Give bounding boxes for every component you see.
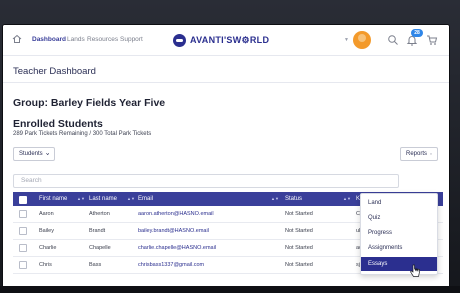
- menu-item-essays[interactable]: Essays: [361, 257, 437, 271]
- home-icon[interactable]: [12, 34, 22, 44]
- nav-resources-link[interactable]: Resources: [87, 36, 118, 43]
- row-checkbox[interactable]: [19, 261, 27, 269]
- cell-status: Not Started: [285, 262, 313, 268]
- cart-icon[interactable]: [426, 34, 438, 46]
- page-header: Teacher Dashboard: [3, 56, 449, 83]
- sort-icon[interactable]: ▲▼: [77, 196, 85, 201]
- device-bottom-edge: [0, 286, 460, 293]
- avatar-caret-icon[interactable]: ▼: [344, 37, 349, 43]
- page-title: Teacher Dashboard: [13, 66, 96, 77]
- brand-name: AVANTI'SW⚙RLD: [190, 34, 270, 45]
- row-checkbox[interactable]: [19, 244, 27, 252]
- cell-last-name: Chapelle: [89, 245, 111, 251]
- menu-item-quiz[interactable]: Quiz: [361, 211, 437, 225]
- nav-dashboard-link[interactable]: Dashboard: [32, 36, 66, 43]
- cell-status: Not Started: [285, 228, 313, 234]
- cell-status: Not Started: [285, 245, 313, 251]
- logo-mark: [173, 33, 186, 47]
- nav-support-link[interactable]: Support: [120, 36, 143, 43]
- cell-email[interactable]: charlie.chapelle@HASNO.email: [138, 245, 216, 251]
- menu-item-assignments[interactable]: Assignments: [361, 241, 437, 255]
- column-header-email[interactable]: Email: [138, 196, 153, 202]
- column-header-status[interactable]: Status: [285, 196, 302, 202]
- user-avatar[interactable]: [353, 31, 371, 49]
- row-checkbox[interactable]: [19, 227, 27, 235]
- sort-icon[interactable]: ▲▼: [343, 196, 351, 201]
- brand-logo[interactable]: AVANTI'SW⚙RLD: [173, 33, 269, 47]
- cell-first-name: Charlie: [39, 245, 57, 251]
- pointer-cursor-icon: [410, 264, 420, 277]
- chevron-down-icon: [45, 153, 49, 156]
- cell-email[interactable]: chrisbass1337@gmail.com: [138, 262, 204, 268]
- reports-menu: Land Quiz Progress Assignments Essays: [360, 193, 438, 275]
- reports-dropdown-label: Reports: [406, 151, 428, 157]
- sort-icon[interactable]: ▲▼: [127, 196, 135, 201]
- tickets-summary: 289 Park Tickets Remaining / 300 Total P…: [13, 131, 152, 137]
- app-window: Dashboard Lands Resources Support AVANTI…: [3, 25, 449, 293]
- menu-item-land[interactable]: Land: [361, 196, 437, 210]
- cell-last-name: Brandt: [89, 228, 106, 234]
- reports-dropdown-button[interactable]: Reports: [400, 147, 438, 161]
- cell-status: Not Started: [285, 211, 313, 217]
- cell-email[interactable]: bailey.brandt@HASNO.email: [138, 228, 209, 234]
- cell-last-name: Atherton: [89, 211, 110, 217]
- cell-email[interactable]: aaron.atherton@HASNO.email: [138, 211, 214, 217]
- cell-first-name: Bailey: [39, 228, 54, 234]
- menu-item-progress[interactable]: Progress: [361, 226, 437, 240]
- row-checkbox[interactable]: [19, 210, 27, 218]
- enrolled-students-title: Enrolled Students: [13, 118, 103, 130]
- search-icon[interactable]: [387, 34, 399, 46]
- top-navbar: Dashboard Lands Resources Support AVANTI…: [3, 25, 449, 56]
- column-header-last-name[interactable]: Last name: [89, 196, 117, 202]
- notification-badge: 28: [411, 29, 423, 37]
- sort-icon[interactable]: ▲▼: [271, 196, 279, 201]
- column-header-first-name[interactable]: First name: [39, 196, 67, 202]
- group-title: Group: Barley Fields Year Five: [13, 97, 166, 109]
- nav-lands-link[interactable]: Lands: [67, 36, 85, 43]
- cell-first-name: Chris: [39, 262, 52, 268]
- cell-last-name: Bass: [89, 262, 102, 268]
- students-dropdown-button[interactable]: Students: [13, 147, 55, 161]
- select-all-checkbox[interactable]: [19, 196, 27, 204]
- search-input[interactable]: Search: [13, 174, 399, 188]
- students-dropdown-label: Students: [19, 151, 43, 157]
- cell-first-name: Aaron: [39, 211, 54, 217]
- chevron-down-icon: [430, 153, 432, 155]
